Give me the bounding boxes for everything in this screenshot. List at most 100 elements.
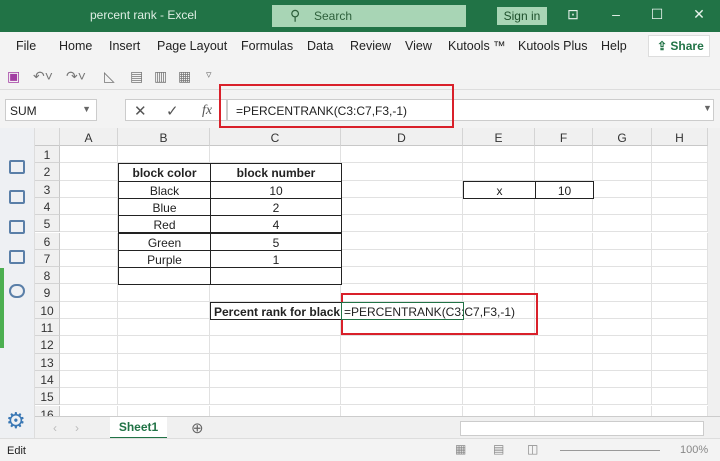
cell[interactable] <box>652 163 708 181</box>
cell[interactable] <box>652 301 708 319</box>
find-icon[interactable] <box>9 284 25 298</box>
customize-qat-icon[interactable]: ▿ <box>206 68 212 81</box>
spreadsheet-grid[interactable]: A B C D E F G H 1 2 3 4 5 6 7 8 9 10 11 12 13 14 15 16 block col… <box>35 128 708 416</box>
cell[interactable] <box>535 215 593 233</box>
cell[interactable] <box>60 249 118 268</box>
cell[interactable] <box>118 336 210 354</box>
cell[interactable] <box>60 319 118 337</box>
cell[interactable] <box>463 163 535 181</box>
cell[interactable] <box>210 353 341 371</box>
settings-icon[interactable]: ⚙ <box>6 408 26 434</box>
table-cell-color[interactable]: Purple <box>118 249 211 269</box>
cell[interactable] <box>535 336 593 354</box>
cell[interactable] <box>118 353 210 371</box>
cell[interactable] <box>652 405 708 416</box>
row-header-4[interactable]: 4 <box>35 197 60 216</box>
percent-rank-label[interactable]: Percent rank for black <box>210 301 342 320</box>
table-cell-number[interactable]: 4 <box>210 215 342 234</box>
cell[interactable] <box>652 197 708 216</box>
table-cell-color[interactable]: Red <box>118 215 211 234</box>
active-cell-d10[interactable]: =PERCENTRANK(C3:C7,F3,-1) <box>341 301 515 320</box>
row-header-5[interactable]: 5 <box>35 215 60 233</box>
prev-sheet-icon[interactable]: ‹ <box>53 421 57 435</box>
cell[interactable] <box>341 370 463 389</box>
row-header-3[interactable]: 3 <box>35 180 60 198</box>
column-header-E[interactable]: E <box>463 128 535 146</box>
cell[interactable] <box>535 163 593 181</box>
cell[interactable] <box>60 267 118 285</box>
cell[interactable] <box>118 405 210 416</box>
cell[interactable] <box>60 197 118 216</box>
table-cell-number[interactable]: 2 <box>210 197 342 217</box>
cell[interactable] <box>652 388 708 406</box>
row-header-8[interactable]: 8 <box>35 267 60 285</box>
print-icon[interactable] <box>9 220 25 234</box>
cancel-icon[interactable]: ✕ <box>134 102 147 120</box>
ruler-icon[interactable]: ◺ <box>104 68 115 85</box>
cell[interactable] <box>463 388 535 406</box>
tab-page-layout[interactable]: Page Layout <box>157 39 227 53</box>
cell[interactable] <box>118 146 210 164</box>
cell[interactable] <box>118 388 210 406</box>
print-preview-icon[interactable]: ▥ <box>154 68 167 85</box>
cell[interactable] <box>593 353 652 371</box>
cell[interactable] <box>535 301 593 319</box>
row-header-10[interactable]: 10 <box>35 301 60 319</box>
cell[interactable] <box>535 146 593 164</box>
cell[interactable] <box>341 267 463 285</box>
cell[interactable] <box>535 388 593 406</box>
name-box[interactable]: SUM ▼ <box>5 99 97 121</box>
normal-view-icon[interactable]: ▦ <box>455 442 466 456</box>
cell[interactable] <box>341 336 463 354</box>
table-cell-empty[interactable] <box>210 267 342 286</box>
cell[interactable] <box>463 336 535 354</box>
cell[interactable] <box>341 249 463 268</box>
row-header-1[interactable]: 1 <box>35 146 60 164</box>
table-cell-number[interactable]: 5 <box>210 232 342 251</box>
cell[interactable] <box>210 336 341 354</box>
row-header-15[interactable]: 15 <box>35 388 60 406</box>
x-value-cell[interactable]: 10 <box>535 180 594 199</box>
column-header-G[interactable]: G <box>593 128 652 146</box>
row-header-16[interactable]: 16 <box>35 405 60 416</box>
tab-review[interactable]: Review <box>350 39 391 53</box>
search-box[interactable]: ⚲ Search <box>272 5 466 27</box>
enter-icon[interactable]: ✓ <box>166 102 179 120</box>
column-header-F[interactable]: F <box>535 128 593 146</box>
cell[interactable] <box>210 146 341 164</box>
tab-formulas[interactable]: Formulas <box>241 39 293 53</box>
cell[interactable] <box>341 388 463 406</box>
minimize-icon[interactable]: – <box>606 6 626 22</box>
cell[interactable] <box>210 388 341 406</box>
cell[interactable] <box>60 353 118 371</box>
cell[interactable] <box>652 215 708 233</box>
share-button[interactable]: ⇪ Share <box>648 35 710 57</box>
cell[interactable] <box>593 370 652 389</box>
cell[interactable] <box>60 301 118 319</box>
cell[interactable] <box>60 232 118 250</box>
cell[interactable] <box>593 301 652 319</box>
cell[interactable] <box>593 249 652 268</box>
cell[interactable] <box>463 370 535 389</box>
cell[interactable] <box>60 146 118 164</box>
cell[interactable] <box>652 319 708 337</box>
copy-format-icon[interactable]: ▤ <box>130 68 143 85</box>
cell[interactable] <box>210 405 341 416</box>
cell[interactable] <box>535 284 593 302</box>
page-layout-view-icon[interactable]: ▤ <box>493 442 504 456</box>
cell[interactable] <box>652 336 708 354</box>
tab-home[interactable]: Home <box>59 39 92 53</box>
row-header-11[interactable]: 11 <box>35 319 60 337</box>
next-sheet-icon[interactable]: › <box>75 421 79 435</box>
cell[interactable] <box>652 249 708 268</box>
cell[interactable] <box>535 370 593 389</box>
row-header-14[interactable]: 14 <box>35 370 60 389</box>
cell[interactable] <box>593 319 652 337</box>
cell[interactable] <box>341 180 463 198</box>
row-header-7[interactable]: 7 <box>35 249 60 268</box>
cell[interactable] <box>341 215 463 233</box>
undo-icon[interactable]: ↶˅ <box>33 68 53 85</box>
cell[interactable] <box>118 370 210 389</box>
tab-data[interactable]: Data <box>307 39 333 53</box>
columns-icon[interactable] <box>9 250 25 264</box>
